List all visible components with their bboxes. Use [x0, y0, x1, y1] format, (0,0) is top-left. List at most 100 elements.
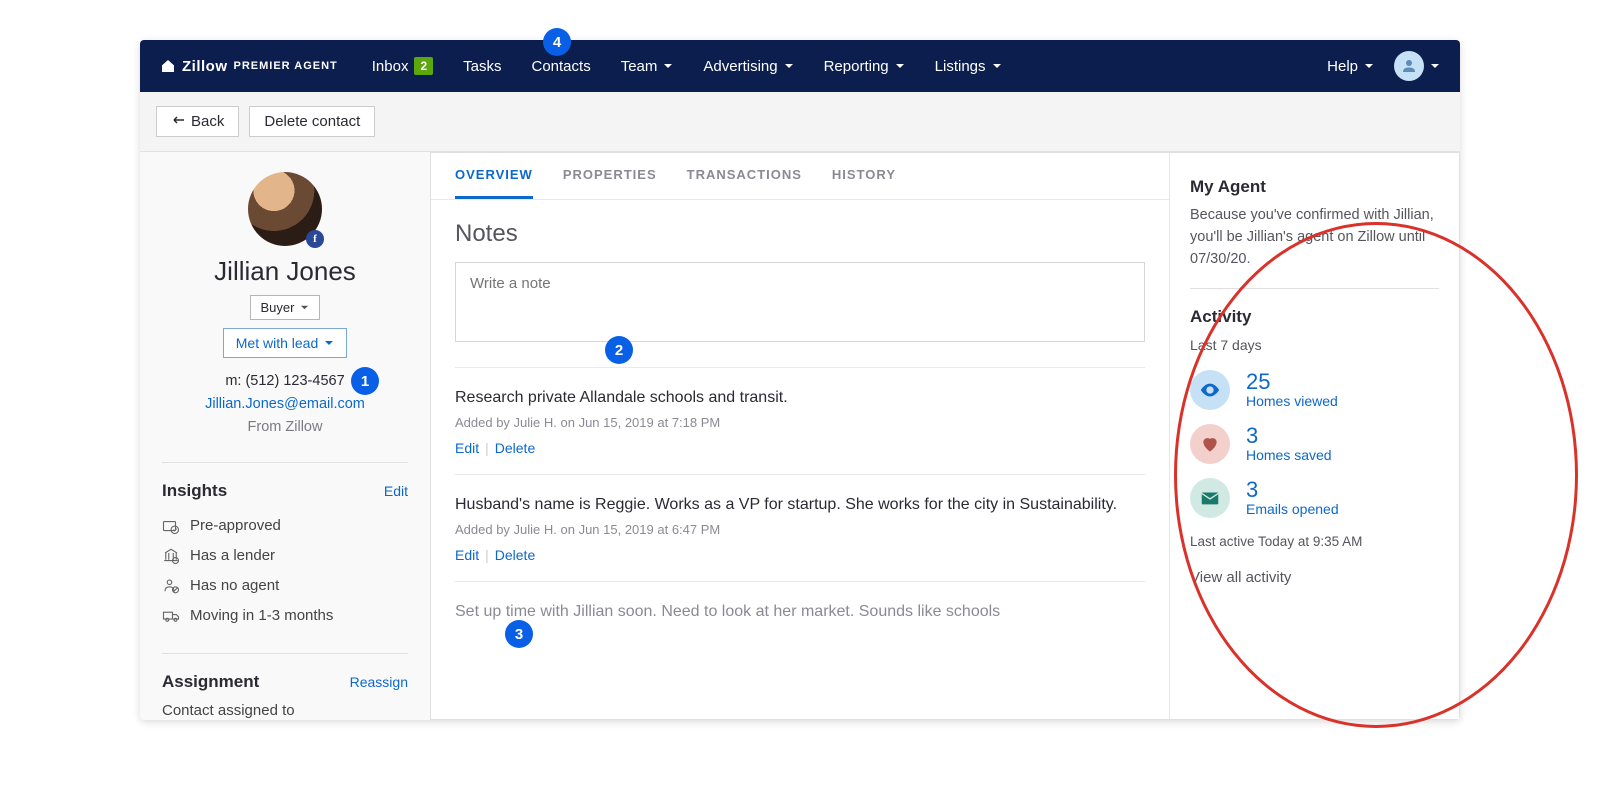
annotation-4: 4 — [543, 28, 571, 56]
insights-edit[interactable]: Edit — [384, 483, 408, 499]
back-button[interactable]: Back — [156, 106, 239, 137]
activity-homes-saved[interactable]: 3Homes saved — [1190, 424, 1439, 464]
nav-tasks-label: Tasks — [463, 58, 501, 75]
right-rail: My Agent Because you've confirmed with J… — [1169, 153, 1459, 719]
activity-period: Last 7 days — [1190, 335, 1439, 356]
tab-properties[interactable]: PROPERTIES — [563, 167, 657, 199]
chevron-down-icon — [895, 61, 905, 71]
chevron-down-icon — [1430, 61, 1440, 71]
main-panel: OVERVIEW PROPERTIES TRANSACTIONS HISTORY… — [430, 152, 1460, 720]
activity-count: 3 — [1246, 425, 1332, 447]
navbar: Zillow PREMIER AGENT Inbox 2 Tasks Conta… — [140, 40, 1460, 92]
insight-lender: Has a lender — [162, 541, 408, 571]
notes-area: Notes Research private Allandale schools… — [431, 200, 1169, 668]
tab-history[interactable]: HISTORY — [832, 167, 896, 199]
myagent-title: My Agent — [1190, 177, 1439, 197]
assignment-section: Assignment Reassign Contact assigned to — [162, 653, 408, 719]
note-text: Set up time with Jillian soon. Need to l… — [455, 600, 1145, 623]
mail-icon — [1190, 478, 1230, 518]
activity-section: Activity Last 7 days 25Homes viewed 3Hom… — [1190, 288, 1439, 589]
nav-user-menu[interactable] — [1394, 51, 1440, 81]
nav-advertising[interactable]: Advertising — [703, 58, 793, 75]
contact-phone: m: (512) 123-4567 — [205, 370, 365, 393]
insight-moving: Moving in 1-3 months — [162, 601, 408, 631]
myagent-text: Because you've confirmed with Jillian, y… — [1190, 205, 1439, 270]
insight-preapproved: Pre-approved — [162, 511, 408, 541]
chevron-down-icon — [324, 338, 334, 348]
last-active: Last active Today at 9:35 AM — [1190, 532, 1439, 552]
assignment-title: Assignment — [162, 672, 259, 692]
nav-items: Inbox 2 Tasks Contacts Team Advertising … — [372, 57, 1327, 75]
contact-type-select[interactable]: Buyer — [250, 295, 321, 320]
tab-transactions[interactable]: TRANSACTIONS — [687, 167, 802, 199]
note-text: Research private Allandale schools and t… — [455, 386, 1145, 409]
note-delete[interactable]: Delete — [495, 547, 535, 563]
activity-emails-opened[interactable]: 3Emails opened — [1190, 478, 1439, 518]
nav-reporting-label: Reporting — [824, 58, 889, 75]
note-item: Husband's name is Reggie. Works as a VP … — [455, 474, 1145, 581]
insights-title: Insights — [162, 481, 227, 501]
inbox-badge: 2 — [414, 57, 433, 75]
contact-status-value: Met with lead — [236, 335, 318, 351]
insights-section: Insights Edit Pre-approved Has a lender … — [162, 462, 408, 631]
insight-label: Has no agent — [190, 577, 279, 594]
nav-inbox-label: Inbox — [372, 58, 409, 75]
contact-avatar[interactable]: f — [248, 172, 322, 246]
nav-inbox[interactable]: Inbox 2 — [372, 57, 433, 75]
brand-sub: PREMIER AGENT — [234, 60, 338, 72]
note-edit[interactable]: Edit — [455, 547, 479, 563]
contact-sidebar: f Jillian Jones Buyer Met with lead m: (… — [140, 152, 430, 720]
chevron-down-icon — [992, 61, 1002, 71]
delete-label: Delete contact — [264, 113, 360, 130]
note-meta: Added by Julie H. on Jun 15, 2019 at 7:1… — [455, 415, 1145, 430]
chevron-down-icon — [663, 61, 673, 71]
insight-no-agent: Has no agent — [162, 571, 408, 601]
view-all-activity[interactable]: View all activity — [1190, 567, 1439, 590]
chevron-down-icon — [300, 303, 309, 312]
tabs: OVERVIEW PROPERTIES TRANSACTIONS HISTORY — [431, 153, 1169, 200]
nav-help[interactable]: Help — [1327, 58, 1374, 75]
assignment-text: Contact assigned to — [162, 702, 408, 719]
nav-listings[interactable]: Listings — [935, 58, 1002, 75]
activity-homes-viewed[interactable]: 25Homes viewed — [1190, 370, 1439, 410]
assignment-reassign[interactable]: Reassign — [350, 674, 408, 690]
nav-advertising-label: Advertising — [703, 58, 777, 75]
nav-contacts-label: Contacts — [532, 58, 591, 75]
insight-label: Pre-approved — [190, 517, 281, 534]
brand-name: Zillow — [182, 58, 228, 75]
activity-label: Homes viewed — [1246, 393, 1338, 409]
annotation-2: 2 — [605, 336, 633, 364]
note-meta: Added by Julie H. on Jun 15, 2019 at 6:4… — [455, 522, 1145, 537]
note-item: Set up time with Jillian soon. Need to l… — [455, 581, 1145, 647]
nav-team[interactable]: Team — [621, 58, 674, 75]
contact-meta: m: (512) 123-4567 Jillian.Jones@email.co… — [205, 370, 365, 440]
nav-tasks[interactable]: Tasks — [463, 58, 501, 75]
activity-label: Homes saved — [1246, 447, 1332, 463]
content: f Jillian Jones Buyer Met with lead m: (… — [140, 152, 1460, 720]
tab-overview[interactable]: OVERVIEW — [455, 167, 533, 199]
note-input[interactable] — [455, 262, 1145, 342]
brand-logo[interactable]: Zillow PREMIER AGENT — [160, 58, 338, 75]
contact-name: Jillian Jones — [214, 256, 356, 287]
insight-label: Moving in 1-3 months — [190, 607, 333, 624]
bank-check-icon — [162, 547, 180, 565]
app-window: Zillow PREMIER AGENT Inbox 2 Tasks Conta… — [140, 40, 1460, 720]
activity-count: 25 — [1246, 371, 1338, 393]
delete-contact-button[interactable]: Delete contact — [249, 106, 375, 137]
nav-listings-label: Listings — [935, 58, 986, 75]
note-text: Husband's name is Reggie. Works as a VP … — [455, 493, 1145, 516]
nav-contacts[interactable]: Contacts — [532, 58, 591, 75]
contact-email[interactable]: Jillian.Jones@email.com — [205, 393, 365, 416]
contact-status-select[interactable]: Met with lead — [223, 328, 347, 358]
nav-team-label: Team — [621, 58, 658, 75]
note-edit[interactable]: Edit — [455, 440, 479, 456]
annotation-3: 3 — [505, 620, 533, 648]
nav-reporting[interactable]: Reporting — [824, 58, 905, 75]
toolbar: Back Delete contact — [140, 92, 1460, 152]
eye-icon — [1190, 370, 1230, 410]
note-delete[interactable]: Delete — [495, 440, 535, 456]
contact-profile: f Jillian Jones Buyer Met with lead m: (… — [162, 172, 408, 440]
back-label: Back — [191, 113, 224, 130]
chevron-down-icon — [1364, 61, 1374, 71]
chevron-down-icon — [784, 61, 794, 71]
